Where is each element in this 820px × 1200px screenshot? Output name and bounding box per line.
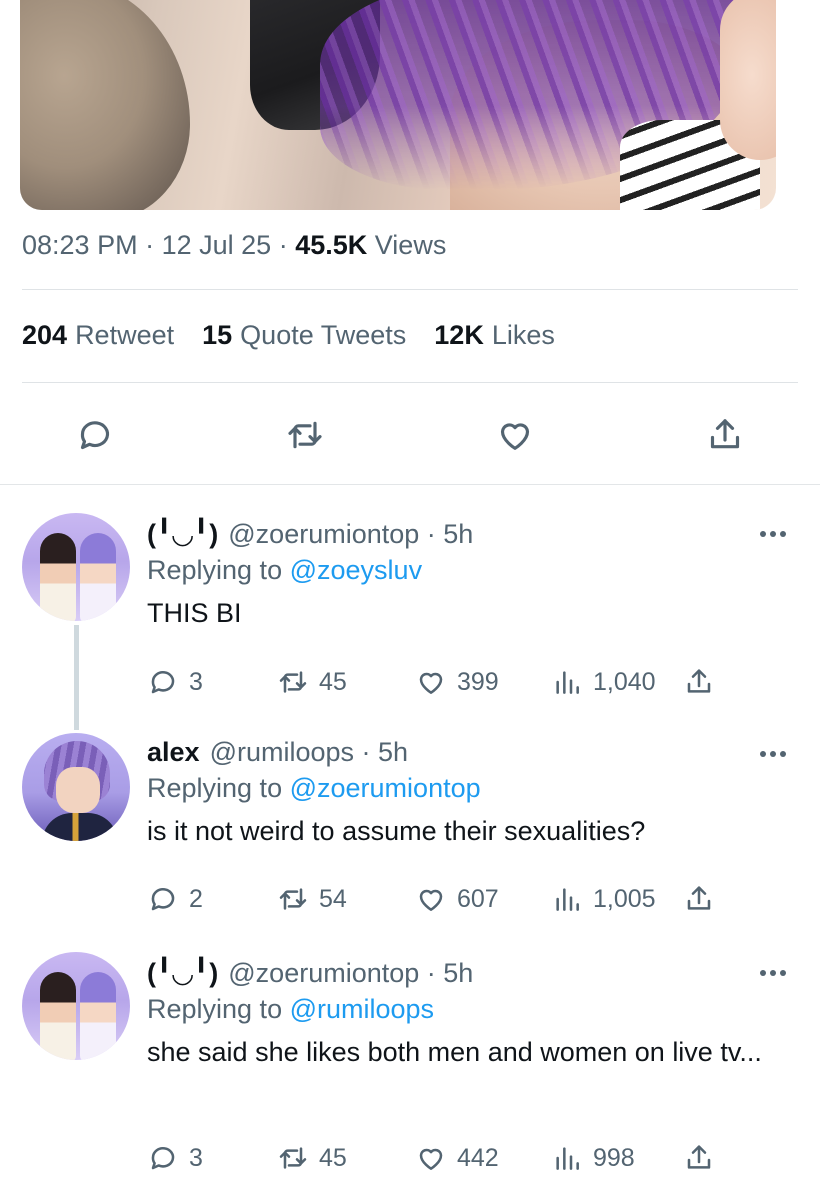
reply-header: alex @rumiloops · 5h xyxy=(147,735,780,769)
tweet-views-label[interactable]: Views xyxy=(375,230,447,260)
quote-tweets-stat[interactable]: 15 Quote Tweets xyxy=(202,320,406,351)
divider xyxy=(0,484,820,485)
avatar[interactable] xyxy=(22,952,130,1060)
thread-connector xyxy=(74,625,79,730)
media-hair-shape xyxy=(20,0,190,210)
like-icon[interactable] xyxy=(493,413,537,457)
retweet-count-button[interactable]: 45 xyxy=(277,1142,347,1174)
retweet-icon xyxy=(279,1147,307,1169)
retweet-icon xyxy=(279,671,307,693)
avatar-figure xyxy=(80,972,116,1060)
replying-to: Replying to @zoerumiontop xyxy=(147,773,481,803)
handle[interactable]: @zoerumiontop xyxy=(228,958,419,988)
reply-action-bar: 3 45 442 998 xyxy=(147,1142,747,1176)
retweet-icon[interactable] xyxy=(283,413,327,457)
tweet-views-count: 45.5K xyxy=(295,230,368,260)
like-icon xyxy=(419,672,443,694)
replying-to: Replying to @zoeysluv xyxy=(147,555,423,585)
views-count-button[interactable]: 1,005 xyxy=(551,883,656,915)
retweet-count-button[interactable]: 54 xyxy=(277,883,347,915)
avatar[interactable] xyxy=(22,513,130,621)
reply-age: · 5h xyxy=(361,737,409,767)
reply-icon xyxy=(151,1146,175,1170)
like-count-button[interactable]: 399 xyxy=(415,666,499,698)
share-icon[interactable] xyxy=(703,413,747,457)
share-icon xyxy=(687,1145,711,1169)
like-icon xyxy=(419,889,443,911)
display-name[interactable]: (╹◡╹) xyxy=(147,519,218,549)
handle[interactable]: @zoerumiontop xyxy=(228,519,419,549)
avatar-figure xyxy=(40,533,76,621)
retweet-count-button[interactable]: 45 xyxy=(277,666,347,698)
mention-link[interactable]: @zoeysluv xyxy=(290,555,422,585)
reply-age: · 5h xyxy=(426,958,474,988)
reply-count-button[interactable]: 3 xyxy=(147,666,203,698)
tweet-meta-line: 08:23 PM · 12 Jul 25 · 45.5K Views xyxy=(22,230,447,260)
avatar[interactable] xyxy=(22,733,130,841)
mention-link[interactable]: @zoerumiontop xyxy=(290,773,481,803)
avatar-figure xyxy=(42,813,118,841)
media-hand-shape xyxy=(720,0,776,160)
share-icon xyxy=(687,669,711,693)
avatar-figure xyxy=(56,767,100,813)
tweet-action-bar xyxy=(0,405,820,465)
display-name[interactable]: (╹◡╹) xyxy=(147,958,218,988)
reply-icon[interactable] xyxy=(73,413,117,457)
tweet-stats: 204 Retweet 15 Quote Tweets 12K Likes xyxy=(22,320,555,351)
views-icon xyxy=(556,1147,579,1170)
views-count-button[interactable]: 998 xyxy=(551,1142,635,1174)
views-count-button[interactable]: 1,040 xyxy=(551,666,656,698)
retweets-stat[interactable]: 204 Retweet xyxy=(22,320,174,351)
share-icon xyxy=(687,886,711,910)
reply-icon xyxy=(151,670,175,694)
views-icon xyxy=(556,671,579,694)
reply-text: THIS BI xyxy=(147,598,242,628)
share-button[interactable] xyxy=(683,666,715,698)
mention-link[interactable]: @rumiloops xyxy=(290,994,434,1024)
views-icon xyxy=(556,888,579,911)
tweet-time: 08:23 PM xyxy=(22,230,138,260)
like-count-button[interactable]: 442 xyxy=(415,1142,499,1174)
like-icon xyxy=(419,1148,443,1170)
display-name[interactable]: alex xyxy=(147,737,200,767)
reply-count-button[interactable]: 2 xyxy=(147,883,203,915)
reply-header: (╹◡╹) @zoerumiontop · 5h xyxy=(147,956,780,990)
retweet-icon xyxy=(279,888,307,910)
share-button[interactable] xyxy=(683,1142,715,1174)
replying-to: Replying to @rumiloops xyxy=(147,994,435,1024)
tweet-date: 12 Jul 25 xyxy=(161,230,272,260)
likes-stat[interactable]: 12K Likes xyxy=(434,320,555,351)
tweet-media-image[interactable] xyxy=(20,0,776,210)
avatar-figure xyxy=(80,533,116,621)
reply-count-button[interactable]: 3 xyxy=(147,1142,203,1174)
divider xyxy=(22,289,798,290)
reply-text: is it not weird to assume their sexualit… xyxy=(147,816,646,846)
share-button[interactable] xyxy=(683,883,715,915)
divider xyxy=(22,382,798,383)
reply-action-bar: 2 54 607 1,005 xyxy=(147,883,747,917)
reply-icon xyxy=(151,887,175,911)
reply-text: she said she likes both men and women on… xyxy=(147,1037,762,1067)
handle[interactable]: @rumiloops xyxy=(210,737,354,767)
reply-action-bar: 3 45 399 1,040 xyxy=(147,666,747,700)
avatar-figure xyxy=(40,972,76,1060)
reply-header: (╹◡╹) @zoerumiontop · 5h xyxy=(147,517,780,551)
like-count-button[interactable]: 607 xyxy=(415,883,499,915)
reply-age: · 5h xyxy=(426,519,474,549)
